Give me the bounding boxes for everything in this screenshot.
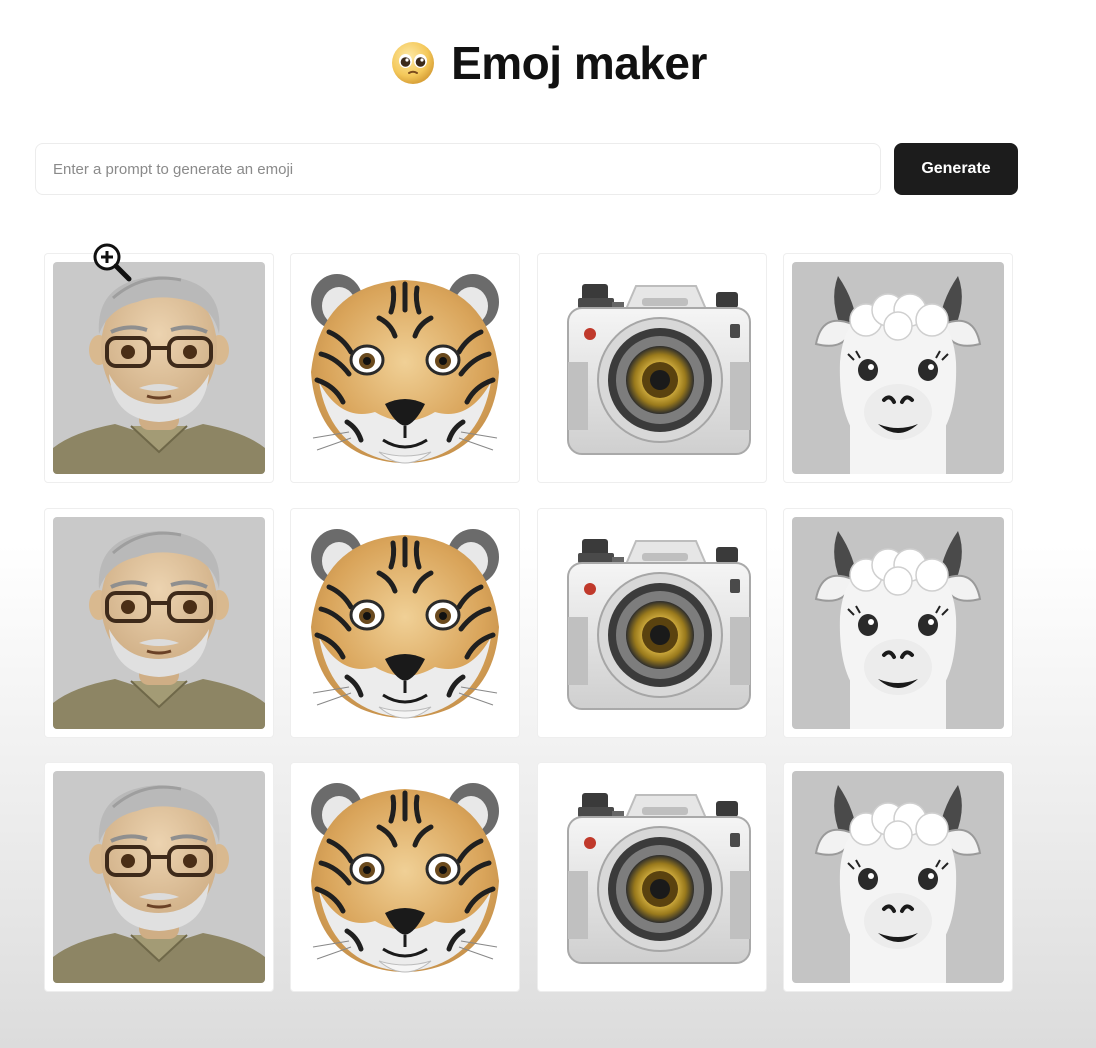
pleading-face-icon — [392, 42, 435, 84]
emoji-card-tiger[interactable] — [290, 762, 520, 992]
emoji-card-person[interactable] — [44, 762, 274, 992]
tiger-emoji — [299, 771, 511, 983]
emoji-image — [546, 262, 758, 474]
camera-emoji — [546, 262, 758, 474]
camera-emoji — [546, 771, 758, 983]
emoji-image — [792, 771, 1004, 983]
emoji-image — [792, 262, 1004, 474]
page-title: Emoj maker — [451, 37, 707, 89]
person-emoji — [53, 517, 265, 729]
emoji-image — [299, 771, 511, 983]
emoji-card-llama[interactable] — [783, 253, 1013, 483]
emoji-card-tiger[interactable] — [290, 508, 520, 738]
emoji-image — [53, 517, 265, 729]
emoji-image — [546, 517, 758, 729]
page-header: Emoj maker — [0, 36, 1096, 90]
tiger-emoji — [299, 262, 511, 474]
emoji-image — [53, 771, 265, 983]
emoji-card-camera[interactable] — [537, 762, 767, 992]
camera-emoji — [546, 517, 758, 729]
llama-emoji — [792, 771, 1004, 983]
emoji-card-person[interactable] — [44, 508, 274, 738]
emoji-card-tiger[interactable] — [290, 253, 520, 483]
emoji-image — [299, 262, 511, 474]
person-emoji — [53, 262, 265, 474]
emoji-card-llama[interactable] — [783, 762, 1013, 992]
emoji-card-person[interactable] — [44, 253, 274, 483]
person-emoji — [53, 771, 265, 983]
emoji-image — [792, 517, 1004, 729]
emoji-image — [546, 771, 758, 983]
emoji-image — [53, 262, 265, 474]
tiger-emoji — [299, 517, 511, 729]
generate-button[interactable]: Generate — [894, 143, 1018, 195]
emoji-card-camera[interactable] — [537, 253, 767, 483]
emoji-card-llama[interactable] — [783, 508, 1013, 738]
emoji-image — [299, 517, 511, 729]
emoji-card-camera[interactable] — [537, 508, 767, 738]
llama-emoji — [792, 517, 1004, 729]
llama-emoji — [792, 262, 1004, 474]
prompt-input[interactable] — [35, 143, 881, 195]
